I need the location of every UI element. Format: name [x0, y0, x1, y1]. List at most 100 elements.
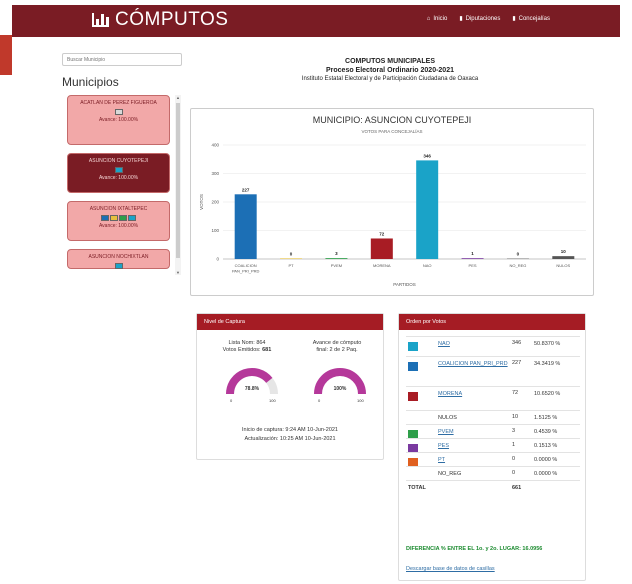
x-tick-label: MORENA: [373, 263, 391, 268]
table-row: NULOS 10 1.5125 %: [406, 410, 580, 424]
list-item[interactable]: ASUNCION IXTALTEPEC Avance: 100.00%: [67, 201, 170, 241]
difference-text: DIFERENCIA % ENTRE EL 1o. y 2o. LUGAR: 1…: [406, 546, 543, 552]
bar[interactable]: [506, 258, 529, 259]
party-logo-cell: [406, 390, 430, 403]
party-percent: 50.8370 %: [534, 341, 561, 347]
list-item-avance: Avance: 100.00%: [98, 223, 139, 229]
x-tick-label: PAN_PRI_PRD: [232, 269, 260, 274]
party-votes: 72: [512, 390, 519, 396]
party-logo-icon: [408, 362, 418, 371]
party-votes: 10: [512, 414, 519, 420]
list-item[interactable]: ASUNCION CUYOTEPEJI Avance: 100.00%: [67, 153, 170, 193]
bar[interactable]: [461, 258, 484, 259]
party-name[interactable]: PVEM: [430, 428, 512, 436]
party-logo-icon: [408, 342, 418, 351]
votos-emitidos-label: Votos Emitidos:: [222, 347, 261, 353]
party-percent: 1.5125 %: [534, 415, 558, 421]
table-row: NO_REG 0 0.0000 %: [406, 466, 580, 480]
party-logo-icon: [110, 215, 118, 221]
avance-label-1: Avance de cómputo: [312, 340, 362, 346]
party-votes: 0: [512, 456, 516, 462]
municipality-list[interactable]: ACATLAN DE PEREZ FIGUEROA Avance: 100.00…: [62, 95, 184, 275]
gauge-max-label: 100: [357, 398, 364, 403]
party-name[interactable]: MORENA: [430, 390, 512, 398]
party-logo-icon: [114, 263, 123, 269]
party-percent: 0.1513 %: [534, 443, 558, 449]
home-icon: ⌂: [426, 15, 431, 22]
scroll-down-icon[interactable]: ▼: [175, 270, 181, 275]
party-logo-icon: [114, 167, 123, 173]
list-item-name: ASUNCION IXTALTEPEC: [89, 206, 148, 212]
list-item[interactable]: ACATLAN DE PEREZ FIGUEROA Avance: 100.00…: [67, 95, 170, 145]
party-name[interactable]: COALICION PAN_PRI_PRD: [430, 360, 512, 368]
nav-concejalias[interactable]: ▮ Concejalías: [512, 15, 550, 23]
avance-label-2: final: 2 de 2 Paq.: [316, 347, 358, 353]
scroll-up-icon[interactable]: ▲: [175, 95, 181, 100]
bar-value-label: 346: [423, 153, 431, 158]
bar[interactable]: [280, 258, 303, 259]
nav-concejalias-label: Concejalías: [518, 15, 550, 22]
sidebar-title: Municipios: [62, 75, 119, 89]
party-percent: 34.3419 %: [534, 361, 561, 367]
gauge-min-label: 0: [318, 398, 321, 403]
table-row: PT 0 0.0000 %: [406, 452, 580, 467]
ranking-panel: Orden por Votos NAO 346 50.8370 % COALICION…: [398, 313, 586, 581]
bar-value-label: 10: [561, 249, 567, 254]
party-name[interactable]: NAO: [430, 340, 512, 348]
header-line-2: Proceso Electoral Ordinario 2020-2021: [325, 67, 454, 74]
table-total-row: TOTAL 661: [406, 480, 580, 496]
ranking-panel-title: Orden por Votos: [399, 314, 585, 330]
party-percent: 10.6520 %: [534, 391, 561, 397]
search-input[interactable]: [62, 53, 182, 66]
list-item-name: ASUNCION NOCHIXTLAN: [88, 254, 149, 260]
bar-value-label: 3: [335, 251, 338, 256]
party-logo-cell: [406, 340, 430, 353]
nav-diputaciones[interactable]: ▮ Diputaciones: [459, 15, 500, 23]
list-item-avance: Avance: 100.00%: [98, 175, 139, 181]
gauge-max-label: 100: [269, 398, 276, 403]
inicio-captura: Inicio de captura: 9:24 AM 10-Jun-2021: [241, 427, 338, 433]
nav-inicio[interactable]: ⌂ Inicio: [427, 15, 448, 22]
bar[interactable]: [234, 194, 257, 259]
party-logo-icon: [128, 215, 136, 221]
table-row: PVEM 3 0.4539 %: [406, 424, 580, 439]
bar-chart-icon: [92, 13, 109, 27]
party-name[interactable]: PT: [430, 456, 512, 464]
bar[interactable]: [416, 160, 439, 259]
header-line-3: Instituto Estatal Electoral y de Partici…: [301, 76, 479, 82]
bar[interactable]: [325, 258, 348, 259]
party-name[interactable]: PES: [430, 442, 512, 450]
table-row: MORENA 72 10.6520 %: [406, 386, 580, 410]
list-item-name: ASUNCION CUYOTEPEJI: [88, 158, 149, 164]
table-row: COALICION PAN_PRI_PRD 227 34.3419 %: [406, 356, 580, 386]
total-label: TOTAL: [408, 485, 426, 491]
party-name: NO_REG: [438, 471, 462, 477]
scroll-thumb[interactable]: [176, 103, 180, 258]
party-votes: 3: [512, 428, 516, 434]
y-axis-label: VOTOS: [199, 194, 204, 210]
brand[interactable]: CÓMPUTOS: [92, 9, 228, 31]
votos-emitidos-value: 681: [262, 347, 272, 353]
nav-inicio-label: Inicio: [433, 15, 448, 22]
table-row: PES 1 0.1513 %: [406, 438, 580, 453]
bar-value-label: 72: [379, 231, 385, 236]
party-percent: 0.0000 %: [534, 471, 558, 477]
download-link[interactable]: Descargar base de datos de casillas: [406, 566, 495, 572]
bar[interactable]: [370, 238, 393, 259]
list-item-name: ACATLAN DE PEREZ FIGUEROA: [80, 100, 157, 106]
party-logo-icon: [119, 215, 127, 221]
y-tick-label: 300: [211, 171, 219, 176]
y-tick-label: 400: [211, 143, 219, 148]
bar[interactable]: [552, 256, 575, 259]
party-name: NULOS: [438, 415, 457, 421]
x-axis-label: PARTIDOS: [393, 282, 416, 287]
left-accent-strip: [0, 35, 12, 75]
bar-value-label: 1: [471, 251, 474, 256]
list-item[interactable]: ASUNCION NOCHIXTLAN: [67, 249, 170, 269]
list-item-avance: Avance: 100.00%: [98, 117, 139, 123]
party-votes: 1: [512, 442, 516, 448]
header-line-1: COMPUTOS MUNICIPALES: [345, 58, 435, 65]
list-scrollbar[interactable]: ▲ ▼: [175, 95, 181, 275]
x-tick-label: PT: [289, 263, 295, 268]
party-votes: 0: [512, 470, 516, 476]
